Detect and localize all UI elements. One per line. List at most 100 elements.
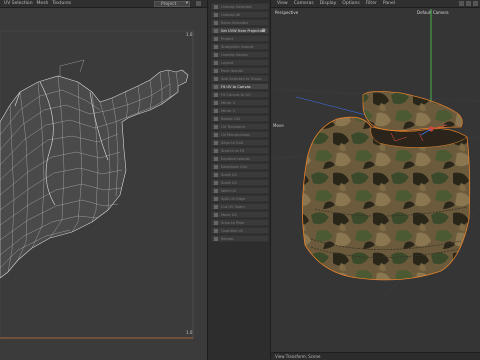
tool-label: Layout bbox=[221, 60, 234, 65]
tool-button[interactable]: Mirror V bbox=[211, 107, 269, 114]
status-text: View Transform: Scene bbox=[275, 354, 321, 359]
tool-button[interactable]: UV Manipulation bbox=[211, 131, 269, 138]
tool-icon bbox=[214, 180, 218, 185]
zoom-icon[interactable] bbox=[466, 1, 471, 6]
tool-label: Mirror V bbox=[221, 108, 236, 113]
tool-button[interactable]: Snap to Pixel bbox=[211, 219, 269, 226]
tool-button[interactable]: Scale UV bbox=[211, 171, 269, 178]
tool-button[interactable]: Scale UV bbox=[211, 179, 269, 186]
uv-canvas[interactable]: 1.0 1.0 bbox=[0, 10, 207, 360]
tool-button[interactable]: Unwrap Selected bbox=[211, 3, 269, 10]
app-window: UV Selection Mesh Textures Project ▾ 1.0… bbox=[0, 0, 480, 360]
tool-button[interactable]: Relax Selected bbox=[211, 19, 269, 26]
tool-icon bbox=[214, 84, 218, 89]
tool-icon bbox=[214, 148, 218, 153]
tool-label: Remap bbox=[221, 236, 234, 241]
tool-label: Unwrap Seams bbox=[221, 52, 249, 57]
tool-button[interactable]: UV Transform bbox=[211, 123, 269, 130]
tool-label: Fit UV to Canvas bbox=[221, 84, 251, 89]
viewport-menu-item[interactable]: Panel bbox=[383, 1, 395, 6]
uv-tools-panel: Unwrap Selected Unwrap All Relax Selected S… bbox=[207, 0, 271, 360]
gear-icon[interactable]: ⚙ bbox=[262, 28, 266, 34]
tool-label: Relax Selected bbox=[221, 20, 248, 25]
tool-icon bbox=[214, 156, 218, 161]
tool-icon bbox=[214, 140, 218, 145]
tool-button[interactable]: Equalize Islands bbox=[211, 155, 269, 162]
uv-menu-item[interactable]: Textures bbox=[52, 1, 71, 6]
maximize-icon[interactable] bbox=[473, 1, 478, 6]
tool-icon bbox=[214, 100, 218, 105]
tool-label: UV Transform bbox=[221, 124, 246, 129]
tool-icon bbox=[214, 20, 218, 25]
hat-visor bbox=[362, 91, 463, 131]
tool-label: Straighten Islands bbox=[221, 44, 254, 49]
tool-icon bbox=[214, 108, 218, 113]
tool-icon bbox=[214, 36, 218, 41]
tool-button[interactable]: Layout bbox=[211, 59, 269, 66]
tool-icon bbox=[214, 196, 218, 201]
uv-editor-panel: UV Selection Mesh Textures Project ▾ 1.0… bbox=[0, 0, 223, 360]
tool-button[interactable]: Weld UV bbox=[211, 187, 269, 194]
tool-icon bbox=[214, 236, 218, 241]
tool-icon bbox=[214, 204, 218, 209]
tool-button[interactable]: Remap bbox=[211, 235, 269, 242]
tool-button[interactable]: Align to Grid bbox=[211, 139, 269, 146]
tool-button[interactable]: Pack Islands bbox=[211, 67, 269, 74]
tool-icon bbox=[214, 28, 218, 33]
uv-menu-item[interactable]: Mesh bbox=[37, 1, 49, 6]
tool-label: Stretch to Fit bbox=[221, 148, 245, 153]
viewport-menubar: View Cameras Display Options Filter Pane… bbox=[271, 0, 480, 8]
tool-icon bbox=[214, 12, 218, 17]
uv-menubar: UV Selection Mesh Textures Project ▾ bbox=[0, 0, 223, 8]
tool-button[interactable]: Fit UV to Canvas bbox=[211, 83, 269, 90]
tool-label: Add Selected to Group bbox=[221, 76, 262, 81]
tool-icon bbox=[214, 220, 218, 225]
tool-label: Scale UV bbox=[221, 180, 237, 185]
pan-icon[interactable] bbox=[196, 1, 201, 6]
tool-icon bbox=[214, 44, 218, 49]
tool-label: Rotate CW bbox=[221, 116, 240, 121]
tool-icon bbox=[214, 124, 218, 129]
viewport-statusbar: View Transform: Scene bbox=[271, 352, 480, 360]
layer-dropdown[interactable]: Project ▾ bbox=[154, 1, 190, 7]
tool-button[interactable]: Project bbox=[211, 35, 269, 42]
tool-label: UV Manipulation bbox=[221, 132, 251, 137]
pan-icon[interactable] bbox=[459, 1, 464, 6]
tool-button[interactable]: Move UV bbox=[211, 211, 269, 218]
uv-island bbox=[0, 69, 189, 279]
tool-button[interactable]: Fit Canvas to UV bbox=[211, 91, 269, 98]
viewport-panel: View Cameras Display Options Filter Pane… bbox=[271, 0, 480, 360]
tool-icon bbox=[214, 52, 218, 57]
tool-button[interactable]: Split UV Edge bbox=[211, 195, 269, 202]
viewport-menu-item[interactable]: Cameras bbox=[294, 1, 314, 6]
tool-button[interactable]: Rotate CW bbox=[211, 115, 269, 122]
tool-button[interactable]: Mirror U bbox=[211, 99, 269, 106]
tool-button[interactable]: Add Selected to Group bbox=[211, 75, 269, 82]
tool-label: Snap to Pixel bbox=[221, 220, 245, 225]
tool-label: Fit Canvas to UV bbox=[221, 92, 251, 97]
viewport-scene[interactable] bbox=[271, 9, 480, 360]
viewport-menu-item[interactable]: Filter bbox=[366, 1, 377, 6]
tool-button[interactable]: Unwrap All bbox=[211, 11, 269, 18]
tool-button[interactable]: Stretch to Fit bbox=[211, 147, 269, 154]
tool-label: Project bbox=[221, 36, 234, 41]
tool-label: Align to Grid bbox=[221, 140, 244, 145]
tool-icon bbox=[214, 132, 218, 137]
viewport-menu-item[interactable]: Display bbox=[320, 1, 337, 6]
tool-icon bbox=[214, 228, 218, 233]
tool-button[interactable]: Unwrap Seams bbox=[211, 51, 269, 58]
tool-button[interactable]: Straighten Islands bbox=[211, 43, 269, 50]
tool-label: Weld UV bbox=[221, 188, 237, 193]
tool-icon bbox=[214, 60, 218, 65]
viewport-menu-item[interactable]: View bbox=[277, 1, 288, 6]
viewport-menu-item[interactable]: Options bbox=[342, 1, 359, 6]
uv-axis-label-top: 1.0 bbox=[186, 32, 193, 37]
tool-button[interactable]: Cut UV Seam bbox=[211, 203, 269, 210]
uv-menu-item[interactable]: UV Selection bbox=[4, 1, 33, 6]
tool-button[interactable]: Quantize UV bbox=[211, 227, 269, 234]
tool-label: Move UV bbox=[221, 212, 237, 217]
tool-button[interactable]: Set UVW from Projection ⚙ bbox=[211, 27, 269, 34]
tool-label: Unwrap All bbox=[221, 12, 241, 17]
tool-button[interactable]: Distribute Grid bbox=[211, 163, 269, 170]
layer-dropdown-value: Project bbox=[161, 2, 177, 7]
